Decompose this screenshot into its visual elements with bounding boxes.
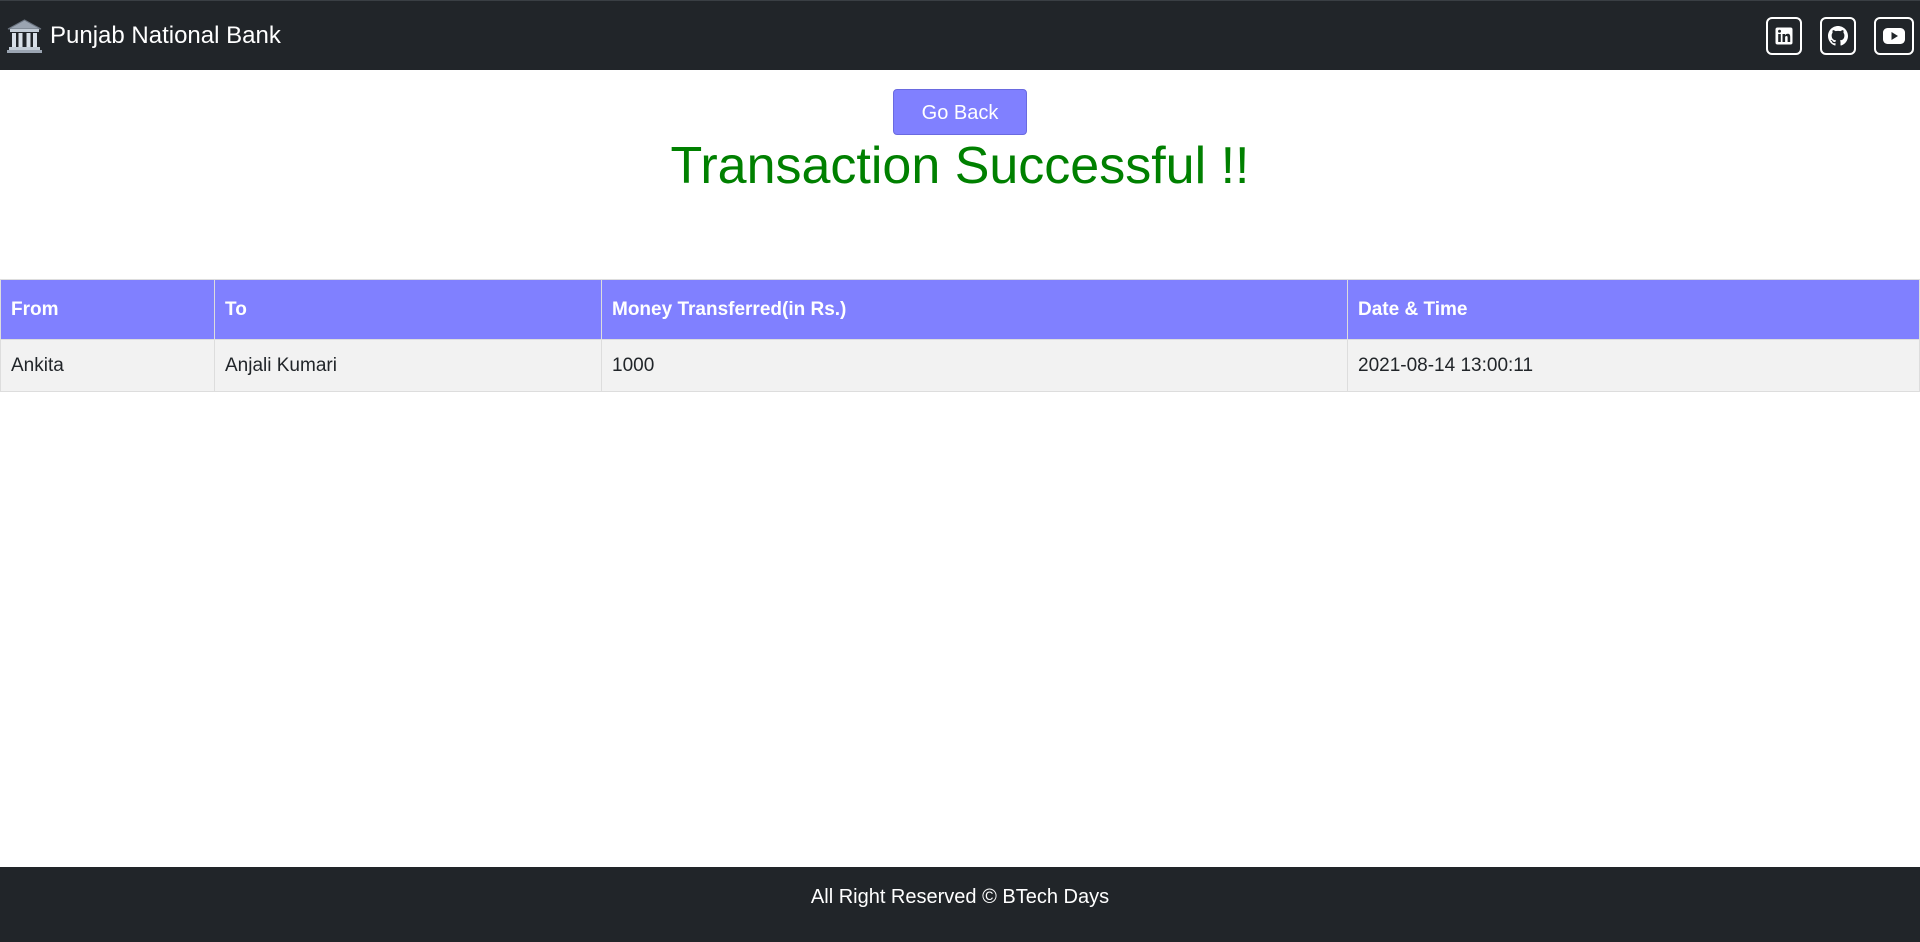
column-header-from: From: [0, 279, 215, 340]
bank-icon: [6, 18, 43, 55]
column-header-amount: Money Transferred(in Rs.): [601, 279, 1348, 340]
table-row: Ankita Anjali Kumari 1000 2021-08-14 13:…: [0, 339, 1920, 392]
youtube-link[interactable]: [1874, 17, 1914, 55]
github-link[interactable]: [1820, 17, 1856, 55]
table-header: From To Money Transferred(in Rs.) Date &…: [0, 279, 1920, 340]
linkedin-link[interactable]: [1766, 17, 1802, 55]
cell-amount: 1000: [601, 339, 1348, 392]
transaction-table: From To Money Transferred(in Rs.) Date &…: [0, 279, 1920, 392]
github-icon: [1828, 26, 1848, 46]
linkedin-icon: [1775, 27, 1793, 45]
cell-to: Anjali Kumari: [214, 339, 602, 392]
header-row: From To Money Transferred(in Rs.) Date &…: [0, 279, 1920, 340]
cell-datetime: 2021-08-14 13:00:11: [1347, 339, 1920, 392]
youtube-icon: [1883, 28, 1905, 44]
brand[interactable]: Punjab National Bank: [6, 17, 281, 55]
footer-copyright: All Right Reserved © BTech Days: [810, 886, 1110, 908]
footer: All Right Reserved © BTech Days: [0, 867, 1920, 942]
column-header-datetime: Date & Time: [1347, 279, 1920, 340]
navbar: Punjab National Bank: [0, 0, 1920, 70]
transaction-status-heading: Transaction Successful !!: [670, 137, 1250, 195]
go-back-button[interactable]: Go Back: [893, 89, 1027, 135]
table-body: Ankita Anjali Kumari 1000 2021-08-14 13:…: [0, 339, 1920, 392]
column-header-to: To: [214, 279, 602, 340]
brand-name: Punjab National Bank: [50, 22, 281, 49]
cell-from: Ankita: [0, 339, 215, 392]
